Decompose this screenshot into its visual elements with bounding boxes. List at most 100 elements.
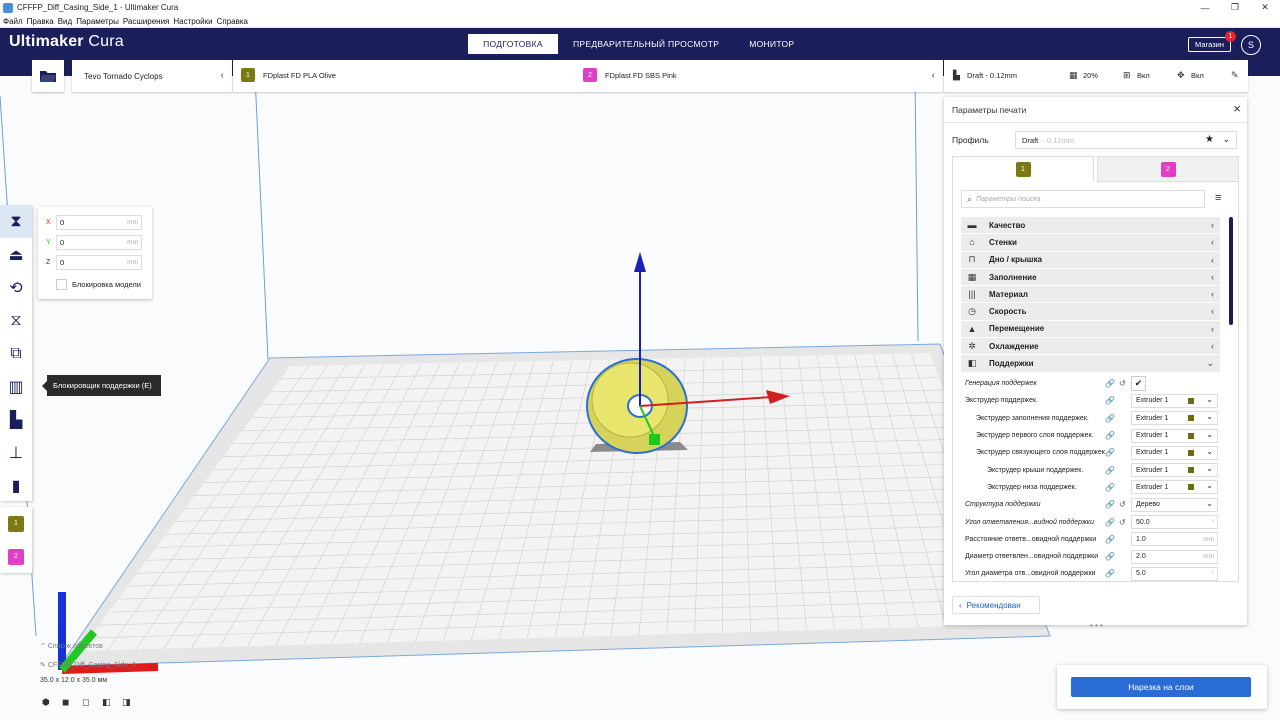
settings-category[interactable]: ⌂ Стенки ‹	[961, 234, 1220, 252]
setting-number-input[interactable]: 5.0 °	[1131, 566, 1218, 581]
extruder-dropdown[interactable]: Extruder 1 ⌄	[1131, 480, 1218, 495]
measure-tool-button[interactable]: ⊥	[0, 436, 32, 469]
tab-monitor[interactable]: МОНИТОР	[734, 34, 809, 54]
category-icon: |||	[968, 289, 976, 300]
reset-icon[interactable]: ↺	[1119, 500, 1126, 509]
view-top-icon[interactable]: ◻	[82, 697, 102, 711]
cylinder-tool-button[interactable]: ▮	[0, 469, 32, 502]
view-right-icon[interactable]: ◨	[122, 697, 142, 711]
extruder-selector: 1 2	[0, 507, 32, 573]
lay-flat-icon: ▙	[9, 411, 23, 429]
resize-grip-icon[interactable]: • • •	[1090, 621, 1103, 630]
setting-number-input[interactable]: 50.0 °	[1131, 515, 1218, 530]
reset-icon[interactable]: ↺	[1119, 518, 1126, 527]
category-icon: ◧	[967, 358, 977, 369]
profile-dropdown[interactable]: Draft - 0.12mm ★ ⌄	[1015, 131, 1237, 149]
close-button[interactable]: ✕	[1250, 0, 1280, 15]
menu-file[interactable]: Файл	[3, 17, 23, 26]
extruder-dropdown[interactable]: Extruder 1 ⌄	[1131, 411, 1218, 426]
settings-category[interactable]: ✲ Охлаждение ‹	[961, 338, 1220, 356]
extruder-dropdown[interactable]: Extruder 1 ⌄	[1131, 445, 1218, 460]
extruder-1-button[interactable]: 1	[0, 507, 32, 540]
minimize-button[interactable]: —	[1190, 0, 1220, 15]
slice-button[interactable]: Нарезка на слои	[1071, 677, 1251, 697]
settings-scrollbar[interactable]	[1229, 217, 1233, 325]
rotate-icon: ⟲	[9, 279, 23, 297]
open-file-button[interactable]	[32, 60, 64, 92]
print-settings-summary[interactable]: ▙ Draft - 0.12mm ▦ 20% ⊞ Вкл ✥ Вкл ✎	[944, 60, 1248, 92]
object-name: ✎ CFFFP_Diff_Casing_Side_1	[40, 662, 137, 669]
extruder-dropdown[interactable]: Extruder 1 ⌄	[1131, 463, 1218, 478]
close-icon[interactable]: ×	[1233, 101, 1241, 116]
menu-edit[interactable]: Правка	[27, 17, 54, 26]
x-input[interactable]: 0 mm	[56, 215, 142, 230]
material-slot-1[interactable]: 1 FDplast FD PLA Olive	[241, 68, 336, 82]
menu-extensions[interactable]: Расширения	[123, 17, 170, 26]
z-input[interactable]: 0 mm	[56, 255, 142, 270]
object-list-toggle[interactable]: ⌃ Список объектов	[40, 642, 103, 650]
extruder-dropdown[interactable]: Extruder 1 ⌄	[1131, 428, 1218, 443]
mirror-tool-button[interactable]: ⧖	[0, 304, 32, 337]
support-blocker-button[interactable]: ▥	[0, 370, 32, 403]
settings-category[interactable]: ▬ Качество ‹	[961, 217, 1220, 235]
chevron-left-icon: ‹	[1211, 306, 1214, 317]
extruder-2-button[interactable]: 2	[0, 540, 32, 573]
star-icon[interactable]: ★	[1205, 134, 1214, 145]
account-avatar[interactable]: S	[1241, 35, 1261, 55]
marketplace-badge: 1	[1225, 31, 1236, 42]
chevron-left-icon: ‹	[1211, 341, 1214, 352]
settings-category[interactable]: ||| Материал ‹	[961, 286, 1220, 304]
setting-label: Экструдер первого слоя поддержек.	[976, 432, 1094, 440]
reset-icon[interactable]: ↺	[1119, 379, 1126, 388]
settings-search-input[interactable]: ⌕ Параметры поиска	[961, 190, 1205, 208]
material-selector[interactable]: 1 FDplast FD PLA Olive 2 FDplast FD SBS …	[233, 60, 943, 92]
menu-view[interactable]: Вид	[58, 17, 72, 26]
maximize-button[interactable]: ❐	[1220, 0, 1250, 15]
rotate-tool-button[interactable]: ⟲	[0, 271, 32, 304]
mirror-icon: ⧖	[10, 311, 22, 329]
lock-model-checkbox[interactable]	[56, 279, 67, 290]
scale-tool-button[interactable]: ⏏	[0, 238, 32, 271]
view-front-icon[interactable]: ◼	[62, 697, 82, 711]
link-icon: 🔗	[1105, 396, 1115, 406]
setting-dropdown[interactable]: Дерево ⌄	[1131, 497, 1218, 512]
marketplace-button[interactable]: Магазин	[1188, 37, 1231, 52]
extruder-1-badge: 1	[1015, 162, 1031, 177]
settings-category[interactable]: ◧ Поддержки ⌄	[961, 355, 1220, 373]
view-left-icon[interactable]: ◧	[102, 697, 122, 711]
menu-parameters[interactable]: Параметры	[76, 17, 119, 26]
settings-category[interactable]: ▦ Заполнение ‹	[961, 268, 1220, 287]
extruder-tab-2[interactable]: 2	[1097, 156, 1239, 182]
menu-help[interactable]: Справка	[217, 17, 248, 26]
tab-prepare[interactable]: ПОДГОТОВКА	[468, 34, 558, 54]
material-slot-2[interactable]: 2 FDplast FD SBS Pink	[583, 68, 677, 82]
setting-checkbox[interactable]: ✔	[1131, 376, 1146, 392]
tab-preview[interactable]: ПРЕДВАРИТЕЛЬНЫЙ ПРОСМОТР	[558, 34, 734, 54]
move-tool-button[interactable]: ⧗	[0, 205, 32, 238]
hamburger-menu-icon[interactable]: ≡	[1215, 192, 1221, 204]
chevron-up-icon: ⌃	[40, 643, 48, 650]
menu-settings[interactable]: Настройки	[173, 17, 212, 26]
setting-row: Диаметр ответвлен...овидной поддержки 🔗 2.…	[961, 548, 1220, 565]
settings-category[interactable]: ▲ Перемещение ‹	[961, 320, 1220, 339]
setting-number-input[interactable]: 1.0 mm	[1131, 532, 1218, 547]
lock-model-label: Блокировка модели	[72, 280, 141, 289]
chevron-down-icon: ⌄	[1206, 429, 1213, 439]
y-input[interactable]: 0 mm	[56, 235, 142, 250]
tool-bar: ⧗ ⏏ ⟲ ⧖ ⧉ ▥ ▙ ⊥ ▮	[0, 205, 32, 501]
setting-number-input[interactable]: 2.0 mm	[1131, 549, 1218, 564]
extruder-tab-1[interactable]: 1	[952, 156, 1094, 182]
per-model-settings-button[interactable]: ⧉	[0, 337, 32, 370]
link-icon: 🔗	[1105, 465, 1115, 475]
recommended-button[interactable]: ‹ Рекомендован	[952, 596, 1040, 614]
setting-row: Угол ответвления...видной поддержки 🔗 ↺ 50.…	[961, 513, 1220, 530]
lay-flat-button[interactable]: ▙	[0, 403, 32, 436]
view-3d-icon[interactable]: ⬢	[42, 697, 62, 711]
extruder-dropdown[interactable]: Extruder 1 ⌄	[1131, 393, 1218, 408]
settings-category[interactable]: ◷ Скорость ‹	[961, 303, 1220, 321]
object-dimensions: 35.0 x 12.0 x 35.0 мм	[40, 677, 108, 684]
extruder-color-icon	[1188, 415, 1194, 422]
machine-selector[interactable]: Tevo Tornado Cyclops ‹	[72, 60, 232, 92]
settings-category[interactable]: ⊓ Дно / крышка ‹	[961, 251, 1220, 269]
z-label: Z	[46, 259, 51, 266]
